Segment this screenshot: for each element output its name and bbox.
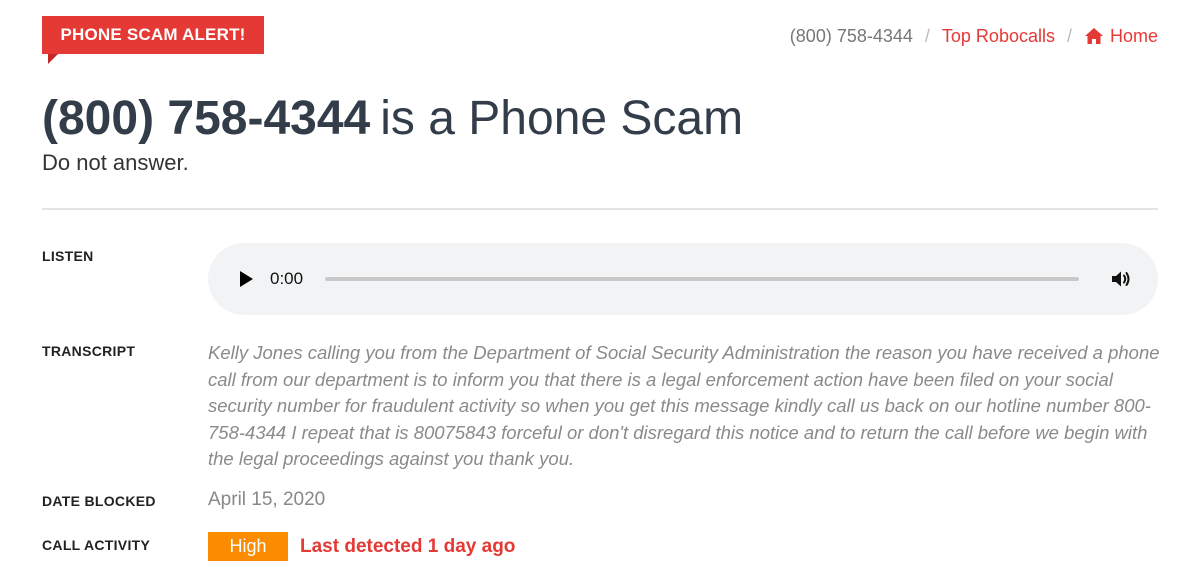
date-blocked-value: April 15, 2020 bbox=[208, 489, 326, 510]
page-title-rest: is a Phone Scam bbox=[380, 92, 744, 145]
home-icon bbox=[1084, 27, 1104, 45]
volume-button[interactable] bbox=[1109, 267, 1133, 291]
call-activity-label: CALL ACTIVITY bbox=[42, 537, 151, 553]
play-icon bbox=[239, 271, 253, 287]
audio-time: 0:00 bbox=[270, 269, 304, 288]
transcript-label: TRANSCRIPT bbox=[42, 343, 136, 359]
volume-icon bbox=[1112, 271, 1130, 287]
date-blocked-label: DATE BLOCKED bbox=[42, 493, 156, 509]
last-detected-text: Last detected 1 day ago bbox=[300, 536, 516, 557]
breadcrumb-separator: / bbox=[1066, 26, 1072, 46]
audio-player[interactable]: 0:00 bbox=[208, 243, 1158, 315]
transcript-text: Kelly Jones calling you from the Departm… bbox=[208, 342, 1160, 469]
call-activity-level-badge: High bbox=[208, 532, 288, 561]
page-title: (800) 758-4344 is a Phone Scam bbox=[42, 88, 743, 150]
top-robocalls-link[interactable]: Top Robocalls bbox=[942, 24, 1055, 48]
page-title-number: (800) 758-4344 bbox=[42, 92, 371, 145]
alert-badge-tail bbox=[48, 54, 58, 64]
phone-scam-alert-badge: PHONE SCAM ALERT! bbox=[42, 16, 264, 54]
page-subtitle: Do not answer. bbox=[42, 150, 189, 175]
listen-label: LISTEN bbox=[42, 248, 94, 264]
header-divider bbox=[42, 208, 1158, 210]
home-link-label: Home bbox=[1109, 26, 1158, 46]
audio-progress-bar[interactable] bbox=[325, 277, 1080, 281]
breadcrumb-separator: / bbox=[924, 26, 930, 46]
home-link[interactable]: Home bbox=[1084, 24, 1158, 48]
play-button[interactable] bbox=[236, 269, 256, 289]
breadcrumb: (800) 758-4344 / Top Robocalls / Home bbox=[790, 24, 1158, 48]
breadcrumb-current-number: (800) 758-4344 bbox=[789, 26, 913, 46]
